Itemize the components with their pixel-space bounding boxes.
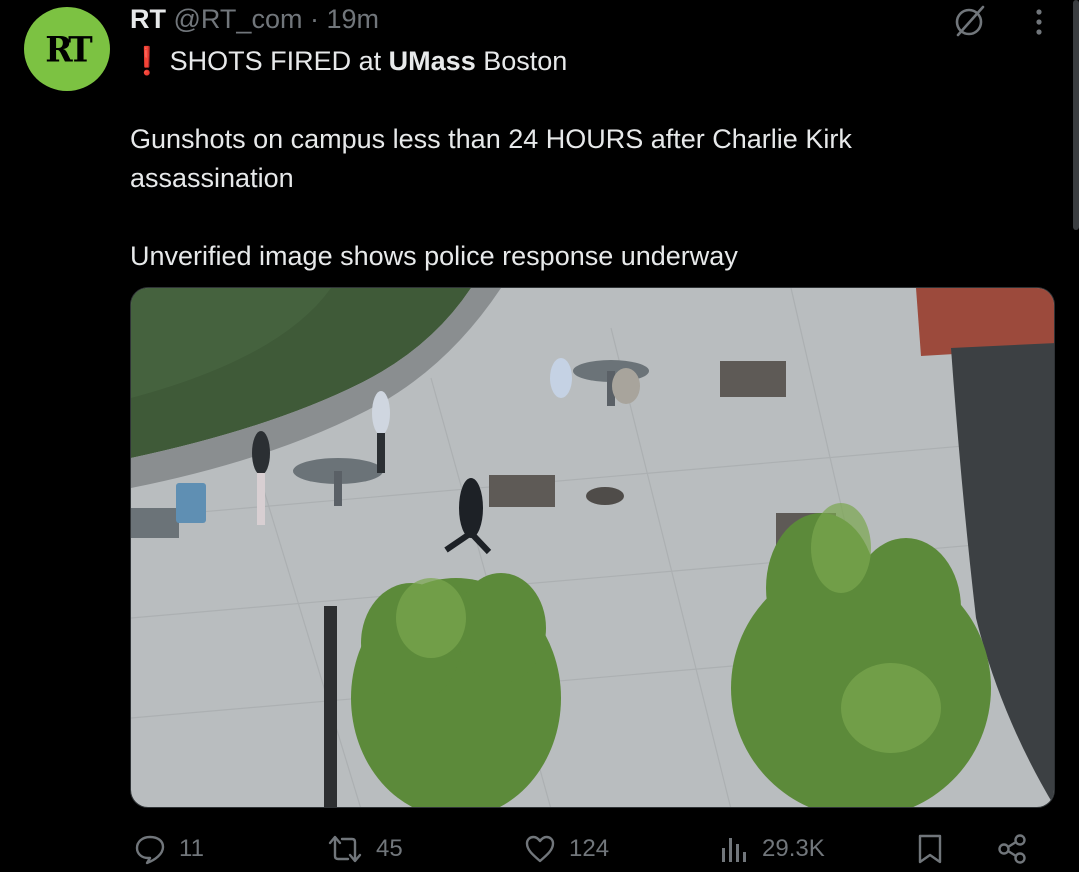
reply-button[interactable]: 11 xyxy=(133,826,204,872)
retweet-icon xyxy=(328,835,362,863)
heart-icon xyxy=(525,835,555,863)
avatar-logo-text: RT xyxy=(45,28,92,70)
views-icon xyxy=(722,838,746,862)
bookmark-button[interactable] xyxy=(914,826,946,872)
views-count: 29.3K xyxy=(762,835,825,862)
like-count: 124 xyxy=(569,835,610,862)
like-button[interactable]: 124 xyxy=(523,826,609,872)
share-icon xyxy=(998,834,1026,864)
grok-icon[interactable] xyxy=(952,3,988,39)
retweet-count: 45 xyxy=(376,835,403,862)
more-icon[interactable] xyxy=(1028,6,1050,38)
tweet-card[interactable]: RT RT @RT_com · 19m ❗ SHOTS FIRED at UMas… xyxy=(0,0,1079,872)
views-button[interactable]: 29.3K xyxy=(718,826,825,872)
header-separator: · xyxy=(309,4,319,34)
share-button[interactable] xyxy=(995,826,1029,872)
author-handle[interactable]: @RT_com xyxy=(174,4,303,34)
action-bar: 11 45 124 29.3K xyxy=(0,826,1079,872)
author-name[interactable]: RT xyxy=(130,4,166,34)
timestamp[interactable]: 19m xyxy=(326,4,379,34)
photo-illustration xyxy=(131,288,1054,807)
tweet-text-segment: Boston xyxy=(475,46,568,76)
tweet-header: RT @RT_com · 19m xyxy=(130,3,379,35)
tweet-text-line: Gunshots on campus less than 24 HOURS af… xyxy=(130,124,852,154)
tweet-text-line: Unverified image shows police response u… xyxy=(130,241,738,271)
tweet-photo[interactable] xyxy=(130,287,1055,808)
reply-icon xyxy=(135,835,165,865)
tweet-text-line: assassination xyxy=(130,163,294,193)
tweet-text-segment: SHOTS FIRED at xyxy=(169,46,389,76)
alert-emoji: ❗ xyxy=(130,46,164,76)
reply-count: 11 xyxy=(179,835,204,862)
tweet-text-line: ❗ SHOTS FIRED at UMass Boston xyxy=(130,42,567,81)
avatar[interactable]: RT xyxy=(24,7,110,91)
bookmark-icon xyxy=(918,834,942,864)
retweet-button[interactable]: 45 xyxy=(326,826,403,872)
scrollbar[interactable] xyxy=(1073,0,1079,230)
tweet-text-bold: UMass xyxy=(388,46,476,76)
